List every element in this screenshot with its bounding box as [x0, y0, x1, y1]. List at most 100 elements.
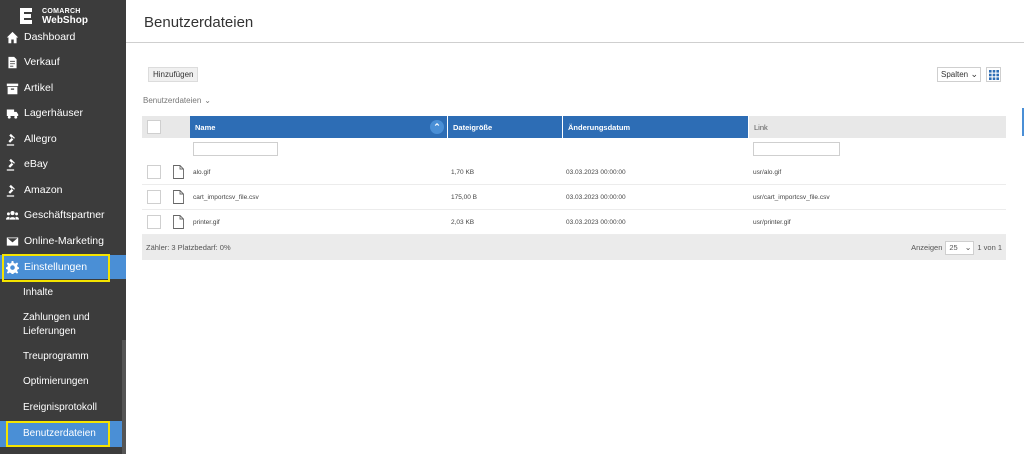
- file-icon: [173, 165, 184, 179]
- sidebar-subitem-ereignisprotokoll[interactable]: Ereignisprotokoll: [0, 401, 126, 415]
- highlight-einstellungen: [2, 254, 110, 282]
- sidebar-subitem-inhalte[interactable]: Inhalte: [0, 286, 126, 300]
- sidebar-item-amazon[interactable]: Amazon: [0, 178, 126, 202]
- breadcrumb[interactable]: Benutzerdateien ⌄: [143, 96, 211, 105]
- name-filter-input[interactable]: [193, 142, 278, 156]
- row-checkbox[interactable]: [147, 165, 161, 179]
- cell-size: 1,70 KB: [451, 169, 475, 176]
- home-icon: [5, 30, 19, 44]
- cell-link[interactable]: usr/printer.gif: [753, 210, 791, 235]
- cell-size: 175,00 B: [451, 194, 478, 201]
- file-icon: [173, 190, 184, 204]
- column-header-label: Name: [195, 122, 216, 132]
- page-header: Benutzerdateien: [126, 0, 1024, 43]
- sidebar-item-label: Lagerhäuser: [24, 107, 83, 119]
- column-header-size[interactable]: Dateigröße: [448, 116, 563, 138]
- select-all-cell: [142, 116, 190, 138]
- column-header-label: Link: [754, 122, 768, 132]
- sidebar-item-online-marketing[interactable]: Online-Marketing: [0, 229, 126, 253]
- gavel-icon: [5, 183, 19, 197]
- main-content: Benutzerdateien Hinzufügen Spalten ⌄ Ben…: [126, 0, 1024, 454]
- gavel-icon: [5, 132, 19, 146]
- sidebar: COMARCH WebShop Dashboard Verkauf Artike…: [0, 0, 126, 454]
- sidebar-subitem-treuprogramm[interactable]: Treuprogramm: [0, 350, 126, 364]
- cell-link[interactable]: usr/cart_importcsv_file.csv: [753, 185, 830, 210]
- document-icon: [5, 55, 19, 69]
- users-icon: [5, 208, 19, 222]
- sidebar-item-label: Allegro: [24, 133, 57, 145]
- cell-name: alo.gif: [193, 169, 211, 176]
- comarch-logo-icon: [20, 8, 32, 24]
- page-info: 1 von 1: [977, 243, 1002, 252]
- grid-icon: [988, 69, 999, 80]
- sidebar-subitem-optimierungen[interactable]: Optimierungen: [0, 375, 126, 389]
- cell-size: 2,03 KB: [451, 219, 475, 226]
- pagination: Anzeigen 25 ⌄ 1 von 1: [911, 235, 1002, 260]
- envelope-icon: [5, 234, 19, 248]
- sidebar-subitem-label: Inhalte: [23, 287, 54, 298]
- show-label: Anzeigen: [911, 243, 943, 252]
- column-header-label: Dateigröße: [453, 122, 493, 132]
- row-checkbox[interactable]: [147, 190, 161, 204]
- table-row[interactable]: printer.gif 2,03 KB 03.03.2023 00:00:00 …: [142, 210, 1006, 235]
- columns-dropdown[interactable]: Spalten ⌄: [937, 67, 981, 82]
- page-size-value: 25: [949, 243, 958, 252]
- highlight-benutzerdateien: [6, 421, 110, 447]
- column-header-name[interactable]: Name ⌃: [190, 116, 448, 138]
- file-icon: [173, 215, 184, 229]
- gavel-icon: [5, 157, 19, 171]
- chevron-down-icon: ⌄: [964, 242, 972, 252]
- table-footer: Zähler: 3 Platzbedarf: 0% Anzeigen 25 ⌄ …: [142, 235, 1006, 260]
- sidebar-subitem-label: Optimierungen: [23, 376, 89, 387]
- app-window: COMARCH WebShop Dashboard Verkauf Artike…: [0, 0, 1024, 454]
- sidebar-item-ebay[interactable]: eBay: [0, 152, 126, 176]
- filter-row: [142, 138, 1006, 160]
- sidebar-item-allegro[interactable]: Allegro: [0, 127, 126, 151]
- sidebar-item-label: Dashboard: [24, 31, 76, 43]
- sidebar-item-label: eBay: [24, 158, 48, 170]
- page-size-select[interactable]: 25 ⌄: [945, 240, 975, 255]
- columns-dropdown-label: Spalten: [941, 70, 969, 79]
- sidebar-item-artikel[interactable]: Artikel: [0, 76, 126, 100]
- box-icon: [5, 81, 19, 95]
- cell-name: printer.gif: [193, 219, 220, 226]
- brand-product: WebShop: [42, 15, 88, 26]
- table-row[interactable]: alo.gif 1,70 KB 03.03.2023 00:00:00 usr/…: [142, 160, 1006, 185]
- sidebar-item-label: Online-Marketing: [24, 235, 104, 247]
- cell-date: 03.03.2023 00:00:00: [566, 194, 626, 201]
- select-all-checkbox[interactable]: [147, 120, 161, 134]
- truck-icon: [5, 106, 19, 120]
- column-header-link[interactable]: Link: [749, 116, 1006, 138]
- sidebar-subitem-label: Ereignisprotokoll: [23, 402, 97, 413]
- cell-name: cart_importcsv_file.csv: [193, 194, 259, 201]
- page-title: Benutzerdateien: [144, 14, 254, 31]
- sidebar-item-dashboard[interactable]: Dashboard: [0, 25, 126, 49]
- link-filter-input[interactable]: [753, 142, 840, 156]
- chevron-down-icon: ⌄: [970, 69, 978, 79]
- sidebar-item-label: Amazon: [24, 184, 63, 196]
- row-checkbox[interactable]: [147, 215, 161, 229]
- breadcrumb-label: Benutzerdateien: [143, 96, 202, 105]
- sort-ascending-icon[interactable]: ⌃: [430, 120, 444, 134]
- cell-link[interactable]: usr/alo.gif: [753, 160, 781, 185]
- sidebar-item-label: Geschäftspartner: [24, 209, 105, 221]
- cell-date: 03.03.2023 00:00:00: [566, 219, 626, 226]
- add-button[interactable]: Hinzufügen: [148, 67, 199, 82]
- sidebar-subitem-label: Treuprogramm: [23, 351, 89, 362]
- brand-text: COMARCH WebShop: [42, 7, 88, 26]
- table-header: Name ⌃ Dateigröße Änderungsdatum Link: [142, 116, 1006, 138]
- sidebar-item-geschaeftspartner[interactable]: Geschäftspartner: [0, 203, 126, 227]
- grid-view-icon[interactable]: [986, 67, 1001, 82]
- files-table: Name ⌃ Dateigröße Änderungsdatum Link al…: [142, 116, 1006, 260]
- sidebar-subitem-label: Zahlungen und Lieferungen: [23, 312, 90, 337]
- column-header-label: Änderungsdatum: [568, 122, 631, 132]
- table-row[interactable]: cart_importcsv_file.csv 175,00 B 03.03.2…: [142, 185, 1006, 210]
- sidebar-item-lagerhaeuser[interactable]: Lagerhäuser: [0, 101, 126, 125]
- footer-counter: Zähler: 3 Platzbedarf: 0%: [146, 243, 231, 252]
- sidebar-subitem-zahlungen[interactable]: Zahlungen und Lieferungen: [0, 310, 110, 340]
- sidebar-item-label: Artikel: [24, 82, 54, 94]
- sidebar-item-verkauf[interactable]: Verkauf: [0, 50, 126, 74]
- sidebar-item-label: Verkauf: [24, 56, 60, 68]
- column-header-date[interactable]: Änderungsdatum: [563, 116, 749, 138]
- chevron-down-icon: ⌄: [204, 96, 211, 105]
